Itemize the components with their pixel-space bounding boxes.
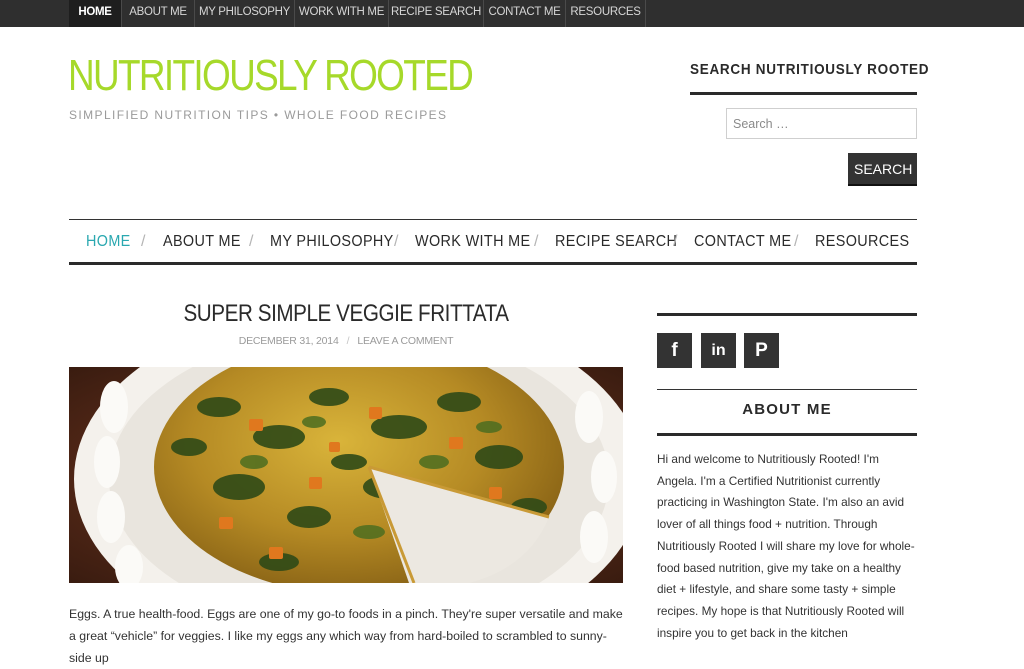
nav-item-contact-me[interactable]: CONTACT ME xyxy=(694,233,791,251)
post-meta: DECEMBER 31, 2014 / LEAVE A COMMENT xyxy=(69,335,623,347)
topnav-about-me[interactable]: ABOUT ME xyxy=(122,0,195,27)
nav-item-about-me[interactable]: ABOUT ME xyxy=(163,233,241,251)
nav-separator: / xyxy=(673,233,678,250)
about-me-widget-title: ABOUT ME xyxy=(742,401,832,418)
leave-comment-link[interactable]: LEAVE A COMMENT xyxy=(357,335,453,347)
post-excerpt: Eggs. A true health-food. Eggs are one o… xyxy=(69,607,623,665)
site-tagline: SIMPLIFIED NUTRITION TIPS • WHOLE FOOD R… xyxy=(69,108,448,122)
post-title-text[interactable]: SUPER SIMPLE VEGGIE FRITTATA xyxy=(183,300,509,328)
meta-separator: / xyxy=(346,335,350,347)
nav-separator: / xyxy=(394,233,399,250)
search-widget-rule xyxy=(690,92,917,95)
pinterest-icon[interactable]: P xyxy=(744,333,779,368)
facebook-icon[interactable]: f xyxy=(657,333,692,368)
main-nav: HOME / ABOUT ME / MY PHILOSOPHY / WORK W… xyxy=(69,219,917,265)
nav-item-recipe-search[interactable]: RECIPE SEARCH xyxy=(555,233,677,251)
social-top-rule xyxy=(657,313,917,316)
nav-separator: / xyxy=(794,233,799,250)
topnav-home[interactable]: HOME xyxy=(69,0,122,27)
about-me-rule xyxy=(657,433,917,436)
linkedin-icon[interactable]: in xyxy=(701,333,736,368)
about-me-text: Hi and welcome to Nutritiously Rooted! I… xyxy=(657,452,915,640)
nav-item-home[interactable]: HOME xyxy=(86,233,131,251)
nav-item-resources[interactable]: RESOURCES xyxy=(815,233,909,251)
topnav-contact-me[interactable]: CONTACT ME xyxy=(484,0,566,27)
nav-separator: / xyxy=(534,233,539,250)
search-widget-title: SEARCH NUTRITIOUSLY ROOTED xyxy=(690,61,930,78)
search-button[interactable]: SEARCH xyxy=(848,153,917,184)
search-input[interactable] xyxy=(726,108,917,139)
top-nav-bar: HOME ABOUT ME MY PHILOSOPHY WORK WITH ME… xyxy=(0,0,1024,27)
topnav-work-with-me[interactable]: WORK WITH ME xyxy=(295,0,389,27)
topnav-recipe-search[interactable]: RECIPE SEARCH xyxy=(389,0,484,27)
nav-item-work-with-me[interactable]: WORK WITH ME xyxy=(415,233,531,251)
frittata-photo xyxy=(69,367,623,583)
post-title[interactable]: SUPER SIMPLE VEGGIE FRITTATA xyxy=(69,300,623,328)
nav-separator: / xyxy=(249,233,254,250)
nav-item-my-philosophy[interactable]: MY PHILOSOPHY xyxy=(270,233,394,251)
site-title[interactable]: NUTRITIOUSLY ROOTED xyxy=(68,54,474,98)
nav-separator: / xyxy=(141,233,146,250)
post-date[interactable]: DECEMBER 31, 2014 xyxy=(239,335,339,347)
about-top-rule xyxy=(657,389,917,390)
post-featured-image[interactable] xyxy=(69,367,623,583)
topnav-my-philosophy[interactable]: MY PHILOSOPHY xyxy=(195,0,295,27)
topnav-resources[interactable]: RESOURCES xyxy=(566,0,646,27)
